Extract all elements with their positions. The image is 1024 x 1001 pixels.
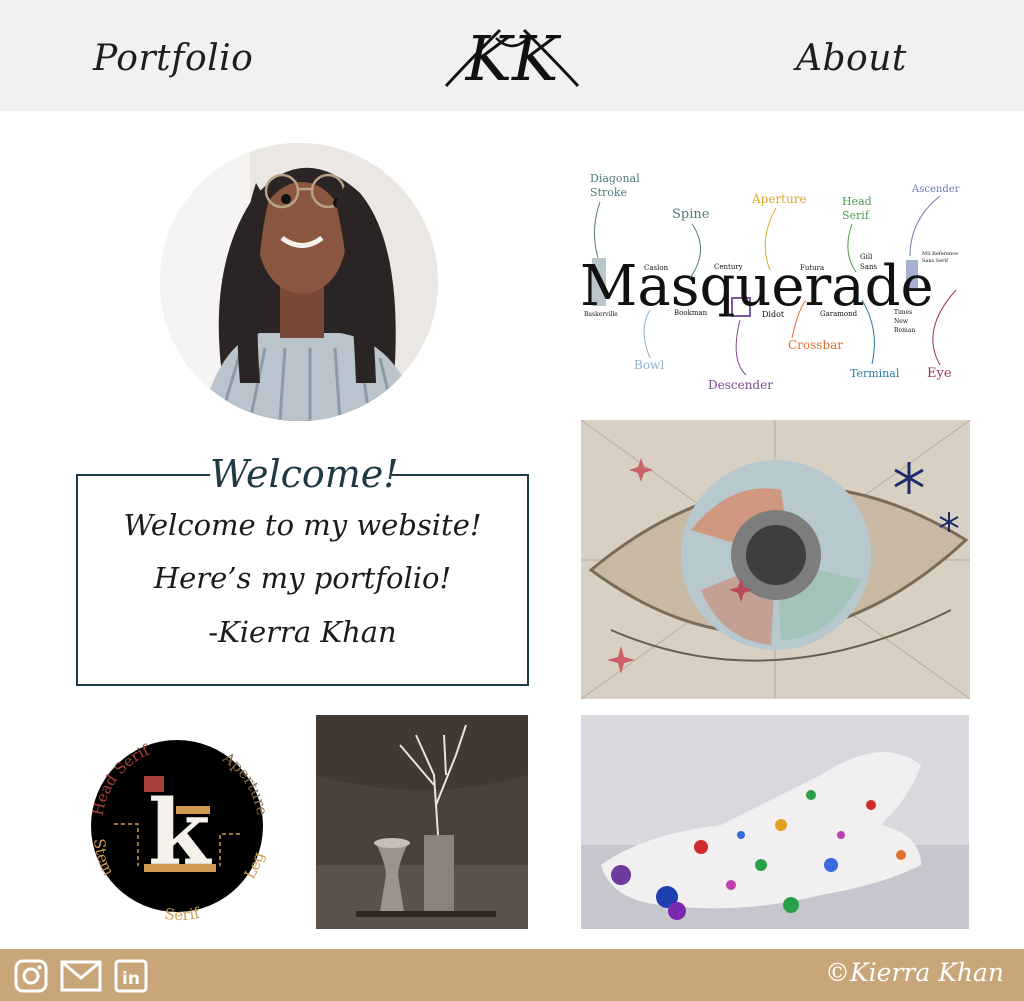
label-stroke: Stroke bbox=[590, 186, 627, 199]
label-descender: Descender bbox=[708, 378, 773, 392]
label-head: Head bbox=[842, 195, 872, 208]
label-spine: Spine bbox=[672, 207, 710, 222]
svg-text:in: in bbox=[122, 969, 140, 989]
copyright-text: ©Kierra Khan bbox=[824, 958, 1004, 987]
profile-photo bbox=[160, 143, 438, 421]
font-bookman: Bookman bbox=[674, 309, 708, 317]
font-sans: Sans bbox=[860, 263, 877, 271]
eye-drawing-artwork[interactable] bbox=[581, 420, 970, 699]
svg-text:Serif: Serif bbox=[163, 904, 202, 924]
label-crossbar: Crossbar bbox=[788, 338, 843, 352]
font-times: Times bbox=[894, 309, 912, 316]
welcome-title: Welcome! bbox=[210, 446, 399, 502]
welcome-line-1: Welcome to my website! bbox=[123, 508, 482, 542]
kk-logo[interactable]: KK bbox=[440, 20, 584, 92]
label-serif: Serif bbox=[842, 209, 870, 222]
font-msref-2: Sans Serif bbox=[922, 258, 949, 264]
instagram-icon[interactable] bbox=[14, 959, 48, 993]
welcome-line-2: Here’s my portfolio! bbox=[153, 561, 452, 595]
label-bowl: Bowl bbox=[634, 358, 664, 372]
font-msref: MS Reference bbox=[922, 251, 958, 257]
nav-portfolio-link[interactable]: Portfolio bbox=[93, 38, 253, 79]
font-didot: Didot bbox=[762, 310, 785, 319]
font-caslon: Caslon bbox=[644, 264, 669, 272]
nav-about-link[interactable]: About bbox=[796, 38, 907, 79]
font-futura: Futura bbox=[800, 264, 824, 272]
label-diagonal: Diagonal bbox=[590, 172, 640, 185]
masquerade-typography-art[interactable]: Masquerade Diagonal Stroke Spine Apertur… bbox=[580, 160, 970, 398]
welcome-line-3: -Kierra Khan bbox=[208, 615, 397, 649]
k-anatomy-logo[interactable]: Head Serif Aperture Stem Serif Leg k bbox=[80, 716, 280, 928]
masquerade-word: Masquerade bbox=[580, 254, 934, 319]
font-garamond: Garamond bbox=[820, 310, 858, 318]
font-new: New bbox=[894, 318, 909, 325]
painted-hand-sculpture[interactable] bbox=[581, 715, 969, 929]
k-label-serif: Serif bbox=[163, 904, 202, 924]
k-letter: k bbox=[148, 780, 212, 886]
linkedin-icon[interactable]: in bbox=[114, 959, 148, 993]
mail-icon[interactable] bbox=[60, 959, 102, 993]
label-terminal: Terminal bbox=[850, 367, 900, 380]
font-baskerville: Baskerville bbox=[584, 311, 618, 318]
label-eye: Eye bbox=[927, 366, 952, 381]
label-aperture: Aperture bbox=[751, 192, 807, 206]
font-roman: Roman bbox=[894, 327, 915, 334]
label-ascender: Ascender bbox=[911, 184, 960, 195]
logo-text: KK bbox=[465, 22, 562, 92]
font-gill: Gill bbox=[860, 253, 873, 261]
font-century: Century bbox=[714, 263, 743, 271]
still-life-charcoal-drawing[interactable] bbox=[316, 715, 528, 929]
